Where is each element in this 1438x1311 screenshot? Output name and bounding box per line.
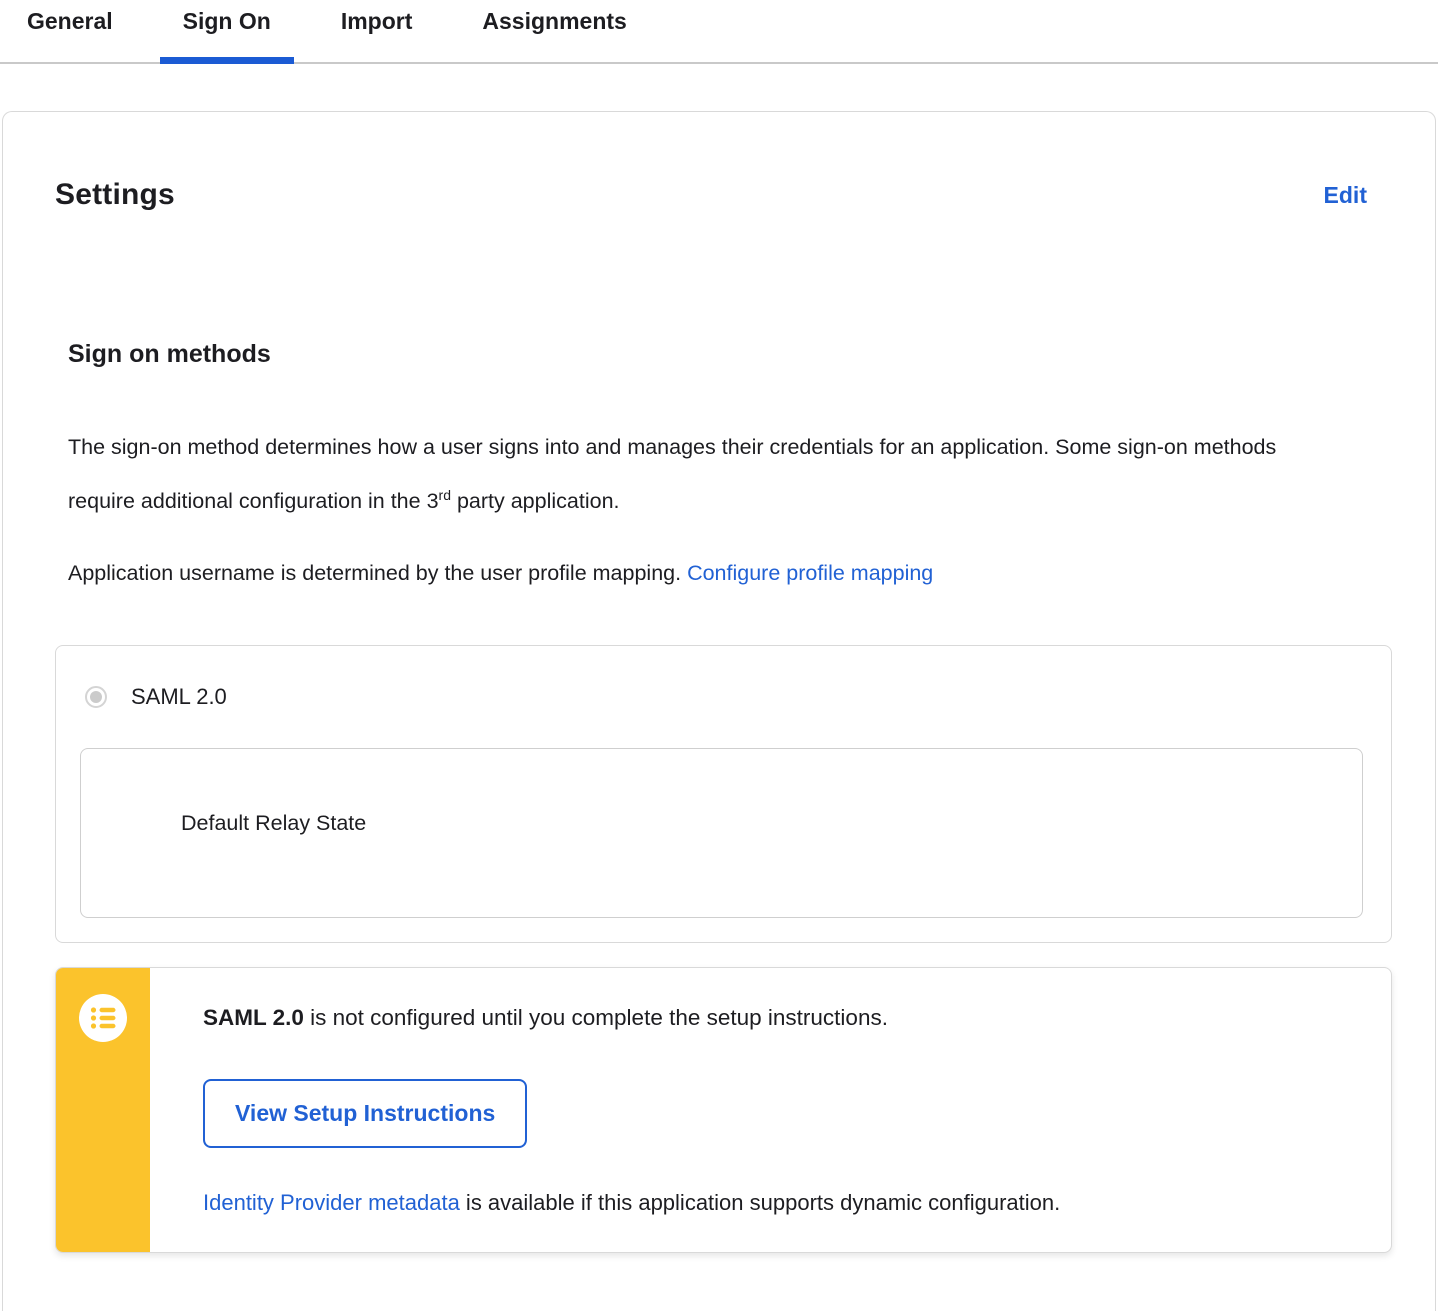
sign-on-methods-heading: Sign on methods — [68, 340, 271, 369]
view-setup-instructions-button[interactable]: View Setup Instructions — [203, 1079, 528, 1149]
username-mapping-text: Application username is determined by th… — [68, 561, 688, 586]
description-text-part2: party application. — [450, 489, 620, 514]
saml-radio-label: SAML 2.0 — [131, 684, 227, 710]
list-icon — [79, 994, 127, 1047]
callout-message-bold: SAML 2.0 — [203, 1005, 304, 1031]
metadata-line: Identity Provider metadata is available … — [203, 1190, 1060, 1216]
identity-provider-metadata-link[interactable]: Identity Provider metadata — [203, 1190, 460, 1215]
tab-assignments[interactable]: Assignments — [459, 0, 649, 62]
description-text-part1: The sign-on method determines how a user… — [68, 435, 1277, 514]
settings-card: Settings Edit Sign on methods The sign-o… — [2, 111, 1436, 1311]
tab-import[interactable]: Import — [318, 0, 436, 62]
tab-general[interactable]: General — [4, 0, 136, 62]
callout-body: SAML 2.0 is not configured until you com… — [150, 968, 1080, 1252]
callout-message-rest: is not configured until you complete the… — [303, 1005, 888, 1031]
tab-sign-on[interactable]: Sign On — [159, 0, 295, 64]
sign-on-methods-description: The sign-on method determines how a user… — [68, 423, 1318, 525]
metadata-line-rest: is available if this application support… — [459, 1190, 1061, 1216]
callout-message: SAML 2.0 is not configured until you com… — [203, 1004, 1060, 1032]
default-relay-state-label: Default Relay State — [181, 811, 367, 836]
callout-accent-strip — [56, 968, 150, 1253]
saml-radio-row: SAML 2.0 — [85, 684, 1363, 710]
username-mapping-line: Application username is determined by th… — [68, 549, 1318, 597]
edit-settings-link[interactable]: Edit — [1324, 182, 1367, 209]
settings-title: Settings — [55, 178, 175, 212]
saml-setup-callout: SAML 2.0 is not configured until you com… — [55, 967, 1392, 1254]
app-tab-bar: General Sign On Import Assignments — [0, 0, 1438, 64]
description-superscript: rd — [438, 487, 451, 504]
configure-profile-mapping-link[interactable]: Configure profile mapping — [687, 561, 933, 585]
saml-method-box: SAML 2.0 Default Relay State — [55, 645, 1392, 944]
saml-radio-button[interactable] — [85, 686, 107, 709]
settings-card-header: Settings Edit — [55, 158, 1392, 232]
saml-options-box: Default Relay State — [80, 748, 1363, 919]
